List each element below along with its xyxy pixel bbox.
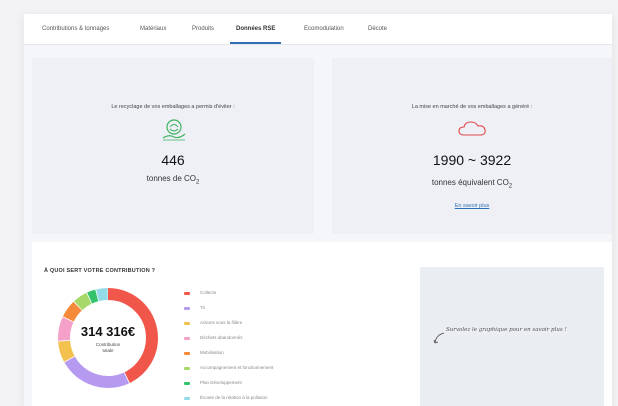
legend-item[interactable]: Tri: [184, 305, 304, 320]
contribution-legend: Collecte Tri Actions sous la filière Déc…: [184, 290, 304, 406]
market-unit-text: tonnes équivalent CO: [431, 178, 509, 187]
contribution-caption: Contribution totale: [48, 342, 168, 354]
market-unit-sub: 2: [508, 183, 513, 190]
arrow-doodle-icon: [432, 331, 446, 350]
legend-label: Accompagnement et fonctionnement: [200, 365, 274, 370]
hover-hint: Survolez le graphique pour en savoir plu…: [446, 327, 567, 333]
tab-decote[interactable]: Décote: [368, 14, 387, 44]
legend-item[interactable]: Plan Développement: [184, 380, 304, 395]
recycling-unit-sub: 2: [196, 179, 200, 186]
recycling-unit-text: tonnes de CO: [146, 174, 197, 183]
legend-item[interactable]: Collecte: [184, 290, 304, 305]
recycling-panel: Le recyclage de vos emballages a permis …: [32, 58, 314, 234]
rse-dashboard-card: Contributions & tonnages Matériaux Produ…: [24, 14, 612, 406]
legend-label: Écoute de la relation à la pollution: [200, 395, 268, 400]
legend-swatch: [184, 397, 190, 400]
tab-contributions[interactable]: Contributions & tonnages: [42, 14, 109, 44]
tab-produits[interactable]: Produits: [192, 14, 214, 44]
contribution-section: À QUOI SERT VOTRE CONTRIBUTION ? 314 316…: [32, 242, 612, 406]
legend-item[interactable]: Accompagnement et fonctionnement: [184, 365, 304, 380]
learn-more-link[interactable]: En savoir plus: [332, 203, 612, 209]
legend-label: Plan Développement: [200, 380, 242, 385]
legend-label: Collecte: [200, 290, 217, 295]
tab-materiaux[interactable]: Matériaux: [140, 14, 166, 44]
recycle-hand-icon: [160, 118, 188, 147]
legend-swatch: [184, 352, 190, 355]
market-unit: tonnes équivalent CO2: [332, 178, 612, 190]
cloud-icon: [458, 120, 488, 143]
legend-swatch: [184, 322, 190, 325]
tab-ecomodulation[interactable]: Ecomodulation: [304, 14, 344, 44]
recycling-title: Le recyclage de vos emballages a permis …: [111, 104, 235, 110]
contribution-title: À QUOI SERT VOTRE CONTRIBUTION ?: [44, 268, 156, 274]
legend-item[interactable]: Mobilisation: [184, 350, 304, 365]
recycling-value: 446: [161, 152, 185, 168]
contribution-caption-line2: totale: [102, 348, 114, 353]
legend-label: Mobilisation: [200, 350, 224, 355]
legend-swatch: [184, 337, 190, 340]
legend-swatch: [184, 292, 190, 295]
contribution-donut[interactable]: 314 316€ Contribution totale: [48, 278, 168, 398]
legend-label: Tri: [200, 305, 206, 310]
hover-info-box: Survolez le graphique pour en savoir plu…: [420, 267, 604, 406]
legend-label: Actions sous la filière: [200, 320, 243, 325]
market-title: La mise en marché de vos emballages a gé…: [411, 104, 533, 110]
legend-item[interactable]: Écoute de la relation à la pollution: [184, 395, 304, 406]
market-panel: La mise en marché de vos emballages a gé…: [332, 58, 612, 234]
tab-bar: Contributions & tonnages Matériaux Produ…: [24, 14, 612, 45]
contribution-amount: 314 316€: [80, 324, 136, 339]
tab-donnees-rse[interactable]: Données RSE: [230, 14, 282, 44]
market-value: 1990 ~ 3922: [432, 152, 512, 168]
legend-swatch: [184, 307, 190, 310]
legend-swatch: [184, 382, 190, 385]
legend-item[interactable]: Déchets abandonnés: [184, 335, 304, 350]
legend-item[interactable]: Actions sous la filière: [184, 320, 304, 335]
legend-label: Déchets abandonnés: [200, 335, 243, 340]
legend-swatch: [184, 367, 190, 370]
recycling-unit: tonnes de CO2: [32, 174, 314, 186]
